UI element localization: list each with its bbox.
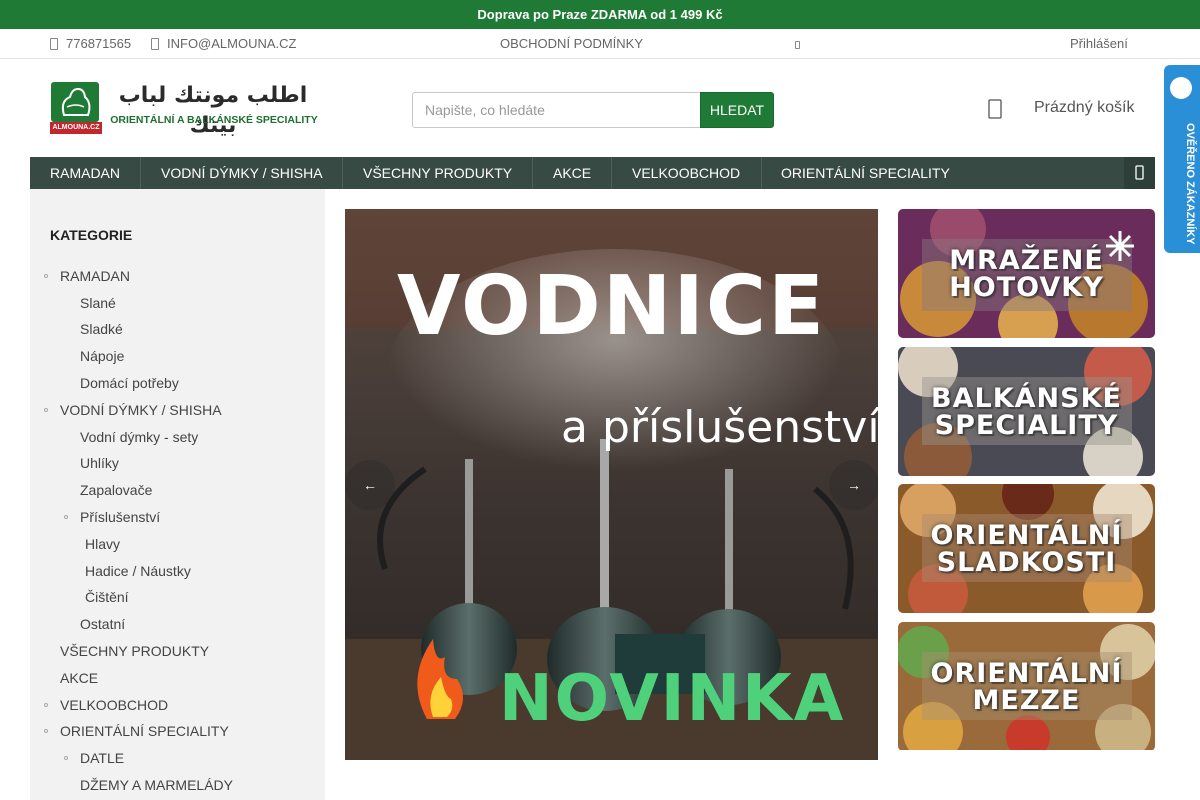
sidebar-title: KATEGORIE xyxy=(50,227,133,243)
sidebar-item-dates[interactable]: DATLE xyxy=(80,750,124,766)
banner-frozen-line1: MRAŽENÉ xyxy=(949,245,1104,276)
logo-subtitle: ORIENTÁLNÍ A BALKÁNSKÉ SPECIALITY xyxy=(110,114,318,126)
search-bar: HLEDAT xyxy=(412,92,774,128)
nav-divider xyxy=(532,157,533,189)
hero-slider[interactable]: VODNICE a příslušenství NOVINKA ← → xyxy=(345,209,878,760)
banner-frozen-line2: HOTOVKY xyxy=(949,272,1104,303)
bullet-icon xyxy=(44,408,48,412)
banner-sweets-line2: SLADKOSTI xyxy=(936,547,1117,578)
banner-sweets-line1: ORIENTÁLNÍ xyxy=(930,520,1123,551)
nav-divider xyxy=(611,157,612,189)
arrow-left-icon: ← xyxy=(363,477,377,493)
cart[interactable]: Prázdný košík xyxy=(986,95,1146,125)
nav-divider xyxy=(761,157,762,189)
banner-oriental-mezze[interactable]: ORIENTÁLNÍ MEZZE xyxy=(898,622,1155,751)
login-link[interactable]: Přihlášení xyxy=(1070,29,1128,58)
sidebar-item-shisha-sets[interactable]: Vodní dýmky - sety xyxy=(80,429,198,445)
sidebar-item-ramadan[interactable]: RAMADAN xyxy=(60,268,130,284)
sidebar-item-drinks[interactable]: Nápoje xyxy=(80,348,124,364)
top-bar: 776871565 INFO@ALMOUNA.CZ OBCHODNÍ PODMÍ… xyxy=(0,29,1200,59)
sidebar-item-household[interactable]: Domácí potřeby xyxy=(80,375,179,391)
phone-link[interactable]: 776871565 xyxy=(50,29,131,58)
sidebar-item-jams[interactable]: DŽEMY A MARMELÁDY xyxy=(80,777,233,793)
more-icon xyxy=(795,41,800,49)
nav-item-wholesale[interactable]: VELKOOBCHOD xyxy=(632,157,740,189)
sidebar-item-sweet[interactable]: Sladké xyxy=(80,321,123,337)
site-logo[interactable]: ALMOUNA.CZ اطلب مونتك لباب بيتك ORIENTÁL… xyxy=(50,81,322,138)
banner-balkan-line1: BALKÁNSKÉ xyxy=(931,383,1122,414)
search-input[interactable] xyxy=(412,92,702,128)
promo-bar: Doprava po Praze ZDARMA od 1 499 Kč xyxy=(0,0,1200,29)
bullet-icon xyxy=(44,729,48,733)
nav-menu-button[interactable] xyxy=(1124,157,1155,189)
bullet-icon xyxy=(64,756,68,760)
cart-icon xyxy=(988,99,1002,119)
verified-customers-tab[interactable]: OVĚŘENO ZÁKAZNÍKY xyxy=(1164,65,1200,253)
banner-mezze-line1: ORIENTÁLNÍ xyxy=(930,658,1123,689)
slider-next-button[interactable]: → xyxy=(829,460,878,510)
sidebar-item-other[interactable]: Ostatní xyxy=(80,616,125,632)
nav-item-oriental[interactable]: ORIENTÁLNÍ SPECIALITY xyxy=(781,157,950,189)
sidebar-item-cleaning[interactable]: Čištění xyxy=(85,589,129,605)
banner-frozen-meals[interactable]: MRAŽENÉ HOTOVKY xyxy=(898,209,1155,338)
sidebar-item-heads[interactable]: Hlavy xyxy=(85,536,120,552)
nav-divider xyxy=(140,157,141,189)
banner-balkan-line2: SPECIALITY xyxy=(934,410,1119,441)
category-sidebar: KATEGORIE RAMADAN Slané Sladké Nápoje Do… xyxy=(30,189,325,800)
slider-prev-button[interactable]: ← xyxy=(345,460,395,510)
header: ALMOUNA.CZ اطلب مونتك لباب بيتك ORIENTÁL… xyxy=(0,59,1200,157)
sidebar-item-coals[interactable]: Uhlíky xyxy=(80,455,119,471)
nav-item-ramadan[interactable]: RAMADAN xyxy=(50,157,120,189)
sidebar-item-accessories[interactable]: Příslušenství xyxy=(80,509,160,525)
email-link[interactable]: INFO@ALMOUNA.CZ xyxy=(151,29,296,58)
sidebar-item-sale[interactable]: AKCE xyxy=(60,670,98,686)
logo-badge-text: ALMOUNA.CZ xyxy=(52,124,100,131)
sidebar-item-lighters[interactable]: Zapalovače xyxy=(80,482,152,498)
promo-text: Doprava po Praze ZDARMA od 1 499 Kč xyxy=(477,7,723,22)
topbar-more-button[interactable] xyxy=(795,29,800,58)
menu-icon xyxy=(1135,165,1144,180)
cart-label: Prázdný košík xyxy=(1034,99,1135,116)
sidebar-item-shisha[interactable]: VODNÍ DÝMKY / SHISHA xyxy=(60,402,222,418)
phone-number: 776871565 xyxy=(66,36,132,51)
login-label: Přihlášení xyxy=(1070,36,1128,51)
email-icon xyxy=(151,38,159,50)
sidebar-item-hoses[interactable]: Hadice / Náustky xyxy=(85,563,191,579)
bullet-icon xyxy=(44,274,48,278)
banner-oriental-sweets[interactable]: ORIENTÁLNÍ SLADKOSTI xyxy=(898,484,1155,613)
phone-icon xyxy=(50,38,58,50)
nav-item-all-products[interactable]: VŠECHNY PRODUKTY xyxy=(363,157,512,189)
email-address: INFO@ALMOUNA.CZ xyxy=(167,36,297,51)
verified-logo-icon xyxy=(1170,77,1192,99)
terms-link[interactable]: OBCHODNÍ PODMÍNKY xyxy=(500,29,643,58)
sidebar-item-salty[interactable]: Slané xyxy=(80,295,116,311)
terms-label: OBCHODNÍ PODMÍNKY xyxy=(500,36,644,51)
sidebar-item-wholesale[interactable]: VELKOOBCHOD xyxy=(60,697,168,713)
search-button[interactable]: HLEDAT xyxy=(700,92,774,128)
nav-divider xyxy=(342,157,343,189)
sidebar-item-oriental[interactable]: ORIENTÁLNÍ SPECIALITY xyxy=(60,723,229,739)
slide-title: VODNICE xyxy=(396,259,827,354)
bullet-icon xyxy=(44,703,48,707)
arrow-right-icon: → xyxy=(847,477,861,493)
bullet-icon xyxy=(64,515,68,519)
banner-balkan-specialities[interactable]: BALKÁNSKÉ SPECIALITY xyxy=(898,347,1155,476)
nav-item-sale[interactable]: AKCE xyxy=(553,157,591,189)
logo-arabic-text: اطلب مونتك لباب بيتك xyxy=(118,83,308,138)
verified-tab-label: OVĚŘENO ZÁKAZNÍKY xyxy=(1184,123,1196,245)
nav-item-shisha[interactable]: VODNÍ DÝMKY / SHISHA xyxy=(161,157,323,189)
slide-subtitle: a příslušenství xyxy=(561,402,878,453)
sidebar-item-all-products[interactable]: VŠECHNY PRODUKTY xyxy=(60,643,209,659)
slide-badge: NOVINKA xyxy=(499,662,846,736)
main-nav: RAMADAN VODNÍ DÝMKY / SHISHA VŠECHNY PRO… xyxy=(30,157,1155,189)
banner-mezze-line2: MEZZE xyxy=(972,685,1081,716)
